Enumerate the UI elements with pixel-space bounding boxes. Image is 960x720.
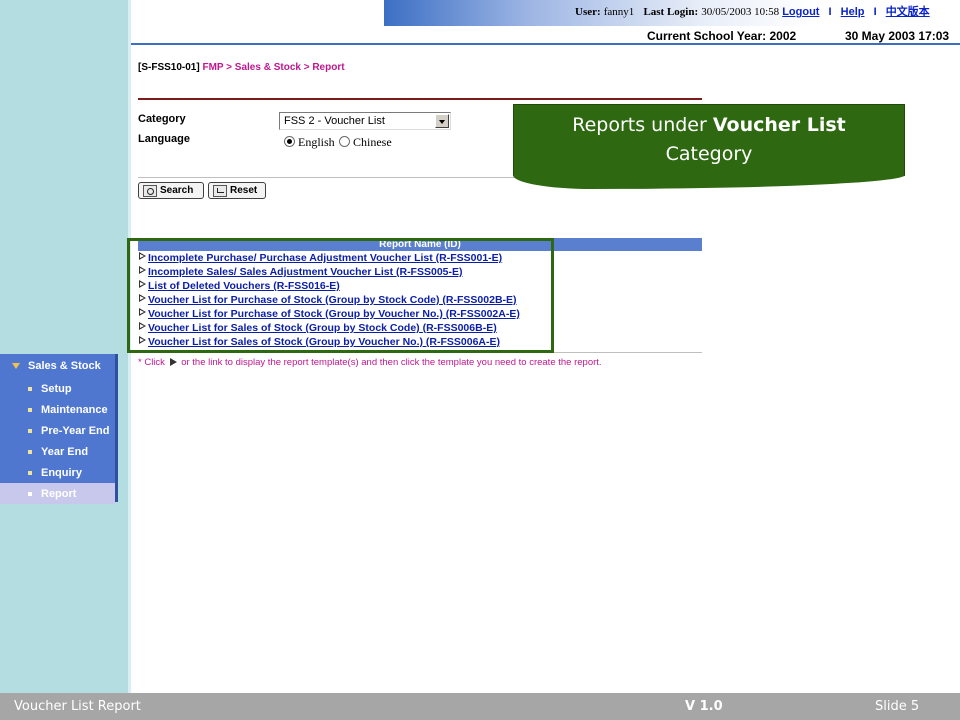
- last-login-value: 30/05/2003 10:58: [701, 6, 780, 18]
- left-rail: [0, 0, 128, 693]
- note-prefix: * Click: [138, 357, 165, 368]
- triangle-icon: [169, 358, 177, 366]
- footer-version: V 1.0: [685, 699, 723, 714]
- chevron-down-icon[interactable]: [435, 114, 449, 128]
- language-chinese-radio[interactable]: [339, 136, 350, 147]
- bullet-icon: [28, 449, 32, 454]
- callout-emphasis: Voucher List: [712, 114, 846, 136]
- logo-area: [131, 0, 384, 40]
- logout-link[interactable]: Logout: [782, 6, 819, 18]
- nav-item-pre-year-end[interactable]: Pre-Year End: [0, 420, 115, 441]
- bullet-icon: [28, 491, 32, 496]
- user-label: User:: [575, 6, 601, 18]
- callout-prefix: Reports under: [572, 114, 713, 136]
- language-english-label[interactable]: English: [298, 135, 335, 150]
- user-value: fanny1: [603, 6, 635, 18]
- bullet-icon: [28, 470, 32, 475]
- instruction-note: * Click or the link to display the repor…: [138, 357, 602, 368]
- school-year: Current School Year: 2002: [647, 29, 797, 43]
- separator: I: [873, 6, 877, 18]
- screen-code: [S-FSS10-01]: [138, 62, 200, 73]
- category-value: FSS 2 - Voucher List: [284, 115, 385, 127]
- bullet-icon: [28, 386, 32, 391]
- nav-item-label: Report: [41, 487, 77, 500]
- reset-icon: [213, 184, 227, 197]
- nav-item-enquiry[interactable]: Enquiry: [0, 462, 115, 483]
- reset-button-label: Reset: [230, 185, 258, 196]
- breadcrumb-path[interactable]: FMP > Sales & Stock > Report: [202, 62, 344, 73]
- footer-slide-number: Slide 5: [875, 699, 920, 714]
- language-chinese-label[interactable]: Chinese: [353, 135, 392, 150]
- language-english-radio[interactable]: [284, 136, 295, 147]
- last-login-label: Last Login:: [643, 6, 699, 18]
- nav-section-sales-stock[interactable]: Sales & Stock: [0, 354, 115, 378]
- side-nav: Sales & Stock Setup Maintenance Pre-Year…: [0, 354, 118, 504]
- form-divider: [138, 98, 702, 100]
- search-button-label: Search: [160, 185, 194, 196]
- header-divider: [131, 43, 960, 45]
- slide-footer: Voucher List Report V 1.0 Slide 5: [0, 693, 960, 720]
- nav-item-label: Enquiry: [41, 466, 82, 479]
- note-suffix: or the link to display the report templa…: [181, 357, 602, 368]
- nav-item-report[interactable]: Report: [0, 483, 115, 504]
- highlight-frame: [127, 238, 554, 353]
- category-label: Category: [138, 113, 186, 125]
- callout-text: Reports under Voucher List Category: [514, 111, 904, 169]
- chevron-down-icon: [12, 363, 20, 369]
- bullet-icon: [28, 428, 32, 433]
- user-info-bar: User: fanny1 Last Login: 30/05/2003 10:5…: [575, 3, 930, 19]
- search-icon: [143, 184, 157, 197]
- breadcrumb: [S-FSS10-01] FMP > Sales & Stock > Repor…: [138, 62, 345, 73]
- nav-item-label: Maintenance: [41, 403, 108, 416]
- search-button[interactable]: Search: [138, 182, 204, 199]
- reset-button[interactable]: Reset: [208, 182, 266, 199]
- callout-suffix: Category: [665, 143, 753, 165]
- language-label: Language: [138, 133, 190, 145]
- nav-section-label: Sales & Stock: [28, 360, 101, 372]
- nav-item-label: Pre-Year End: [41, 424, 110, 437]
- separator: I: [828, 6, 832, 18]
- footer-title: Voucher List Report: [14, 699, 141, 714]
- category-select[interactable]: FSS 2 - Voucher List: [279, 112, 451, 130]
- nav-item-year-end[interactable]: Year End: [0, 441, 115, 462]
- help-link[interactable]: Help: [841, 6, 865, 18]
- nav-item-maintenance[interactable]: Maintenance: [0, 399, 115, 420]
- bullet-icon: [28, 407, 32, 412]
- callout-banner: Reports under Voucher List Category: [513, 104, 905, 189]
- chinese-version-link[interactable]: 中文版本: [886, 6, 930, 18]
- nav-item-label: Year End: [41, 445, 89, 458]
- nav-item-setup[interactable]: Setup: [0, 378, 115, 399]
- nav-item-label: Setup: [41, 382, 72, 395]
- current-datetime: 30 May 2003 17:03: [845, 29, 950, 43]
